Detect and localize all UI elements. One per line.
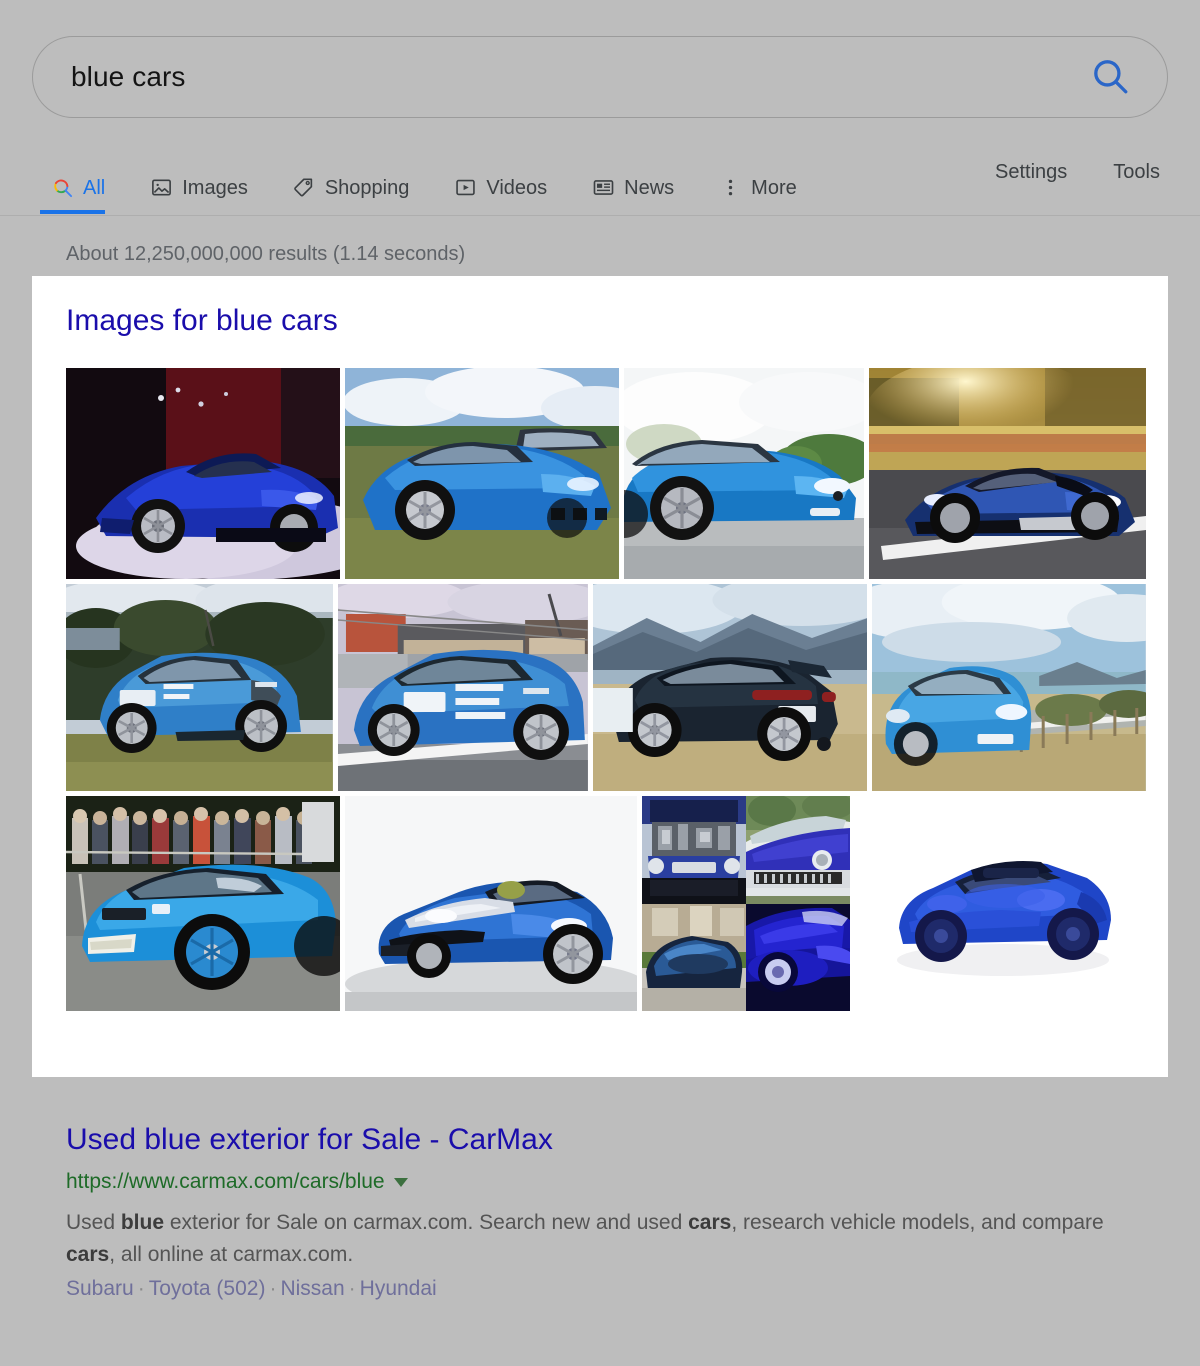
sitelink-separator: · bbox=[265, 1277, 280, 1300]
nav-right-group: Settings Tools bbox=[995, 146, 1200, 184]
result-url-row: https://www.carmax.com/cars/blue bbox=[66, 1170, 1146, 1194]
search-icon bbox=[1089, 55, 1131, 100]
snippet-text: , research vehicle models, and compare bbox=[731, 1211, 1103, 1234]
chevron-down-icon[interactable] bbox=[394, 1178, 408, 1187]
search-form bbox=[32, 36, 1168, 118]
image-icon bbox=[149, 176, 173, 200]
result-sitelinks: Subaru·Toyota (502)·Nissan·Hyundai bbox=[66, 1277, 1146, 1301]
image-thumb-2[interactable] bbox=[624, 368, 864, 579]
video-icon bbox=[453, 176, 477, 200]
tools-button[interactable]: Tools bbox=[1113, 161, 1160, 184]
sitelink[interactable]: Hyundai bbox=[360, 1277, 437, 1300]
tab-label: Videos bbox=[486, 178, 547, 198]
image-grid-row bbox=[66, 368, 1146, 579]
tab-news[interactable]: News bbox=[591, 146, 692, 214]
snippet-highlight: cars bbox=[688, 1211, 731, 1234]
image-thumb-7[interactable] bbox=[872, 584, 1146, 791]
sitelink[interactable]: Toyota (502) bbox=[149, 1277, 266, 1300]
tab-images[interactable]: Images bbox=[149, 146, 266, 214]
result-title-link[interactable]: Used blue exterior for Sale - CarMax bbox=[66, 1122, 553, 1158]
sitelink-separator: · bbox=[345, 1277, 360, 1300]
snippet-text: exterior for Sale on carmax.com. Search … bbox=[164, 1211, 688, 1234]
tab-label: Shopping bbox=[325, 178, 410, 198]
snippet-text: Used bbox=[66, 1211, 121, 1234]
image-pack-card: Images for blue cars bbox=[32, 276, 1168, 1077]
image-thumb-5[interactable] bbox=[338, 584, 588, 791]
sitelink[interactable]: Subaru bbox=[66, 1277, 134, 1300]
tab-more[interactable]: More bbox=[718, 146, 815, 214]
image-thumb-0[interactable] bbox=[66, 368, 340, 579]
search-bar-container bbox=[32, 36, 1168, 118]
snippet-text: , all online at carmax.com. bbox=[109, 1243, 353, 1266]
search-input[interactable] bbox=[69, 60, 1087, 94]
image-thumb-11[interactable] bbox=[855, 796, 1146, 1011]
tab-all[interactable]: All bbox=[50, 146, 123, 214]
image-grid-row bbox=[66, 796, 1146, 1011]
tab-label: News bbox=[624, 178, 674, 198]
image-thumb-4[interactable] bbox=[66, 584, 333, 791]
image-thumb-8[interactable] bbox=[66, 796, 340, 1011]
image-thumb-6[interactable] bbox=[593, 584, 868, 791]
settings-button[interactable]: Settings bbox=[995, 161, 1067, 184]
sitelink[interactable]: Nissan bbox=[280, 1277, 344, 1300]
image-grid bbox=[66, 368, 1146, 1016]
search-submit-button[interactable] bbox=[1087, 54, 1133, 100]
tag-icon bbox=[292, 176, 316, 200]
news-icon bbox=[591, 176, 615, 200]
search-icon bbox=[50, 176, 74, 200]
tab-label: Images bbox=[182, 178, 248, 198]
image-thumb-9[interactable] bbox=[345, 796, 637, 1011]
tab-label: More bbox=[751, 178, 797, 198]
search-nav-tabs: All Images Shopping Videos bbox=[0, 146, 1200, 216]
tab-shopping[interactable]: Shopping bbox=[292, 146, 428, 214]
result-url[interactable]: https://www.carmax.com/cars/blue bbox=[66, 1170, 385, 1194]
image-thumb-1[interactable] bbox=[345, 368, 619, 579]
image-grid-row bbox=[66, 584, 1146, 791]
tab-label: All bbox=[83, 178, 105, 198]
sitelink-separator: · bbox=[134, 1277, 149, 1300]
search-result: Used blue exterior for Sale - CarMax htt… bbox=[66, 1122, 1146, 1301]
snippet-highlight: cars bbox=[66, 1243, 109, 1266]
image-thumb-3[interactable] bbox=[869, 368, 1146, 579]
snippet-highlight: blue bbox=[121, 1211, 164, 1234]
result-snippet: Used blue exterior for Sale on carmax.co… bbox=[66, 1207, 1128, 1271]
more-dots-icon bbox=[718, 176, 742, 200]
image-thumb-10[interactable] bbox=[642, 796, 850, 1011]
result-stats: About 12,250,000,000 results (1.14 secon… bbox=[66, 243, 465, 266]
tab-videos[interactable]: Videos bbox=[453, 146, 565, 214]
image-pack-heading[interactable]: Images for blue cars bbox=[66, 304, 338, 338]
